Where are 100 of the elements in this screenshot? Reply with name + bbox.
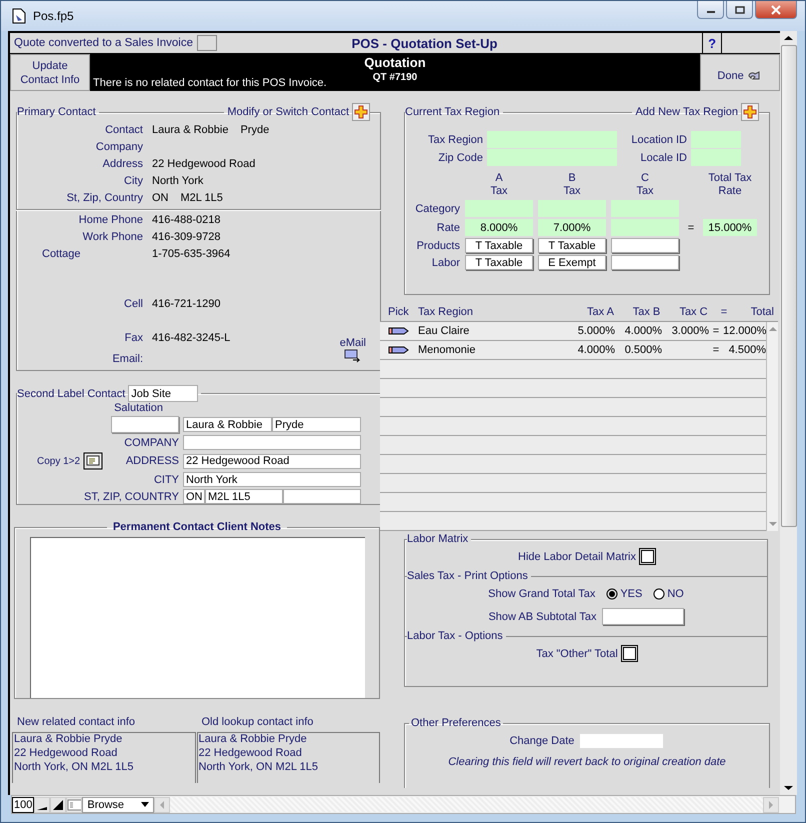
- tax-field[interactable]: 8.000%: [465, 219, 533, 236]
- text-field[interactable]: M2L 1L5: [205, 489, 283, 504]
- tax-field[interactable]: [611, 255, 679, 270]
- tax-field[interactable]: [487, 131, 617, 148]
- scroll-left-button[interactable]: [154, 796, 170, 812]
- scroll-up-icon[interactable]: [784, 35, 794, 41]
- left-arrow-icon: [159, 800, 166, 808]
- add-icon[interactable]: [352, 103, 370, 121]
- address-line: 22 Hedgewood Road: [198, 747, 303, 761]
- column-heading: Tax B: [632, 306, 662, 318]
- page-title: POS - Quotation Set-Up: [350, 36, 498, 50]
- notes-field[interactable]: [30, 537, 365, 698]
- converted-checkbox[interactable]: [197, 35, 217, 51]
- add-icon[interactable]: [741, 103, 759, 121]
- minimize-button[interactable]: [697, 1, 724, 19]
- field-label: Home Phone: [78, 214, 143, 226]
- column-heading: Total Tax Rate: [707, 172, 753, 198]
- table-cell-text: 5.000%: [576, 325, 615, 337]
- label-field[interactable]: Job Site: [128, 385, 198, 402]
- zoom-out-icon[interactable]: [34, 796, 50, 812]
- horizontal-scrollbar[interactable]: [170, 797, 763, 812]
- field-label: Address: [102, 158, 143, 170]
- field-label: Location ID: [630, 134, 687, 146]
- scrollbar[interactable]: [780, 31, 797, 795]
- tax-field[interactable]: T Taxable: [465, 238, 533, 253]
- field-label: COMPANY: [124, 436, 180, 448]
- tax-field[interactable]: T Taxable: [538, 238, 606, 253]
- total-rate-field[interactable]: 15.000%: [703, 219, 757, 236]
- tax-field[interactable]: E Exempt: [538, 255, 606, 270]
- subtotal-field[interactable]: [602, 608, 684, 625]
- column-heading: Tax A: [586, 306, 615, 318]
- date-field[interactable]: [579, 732, 664, 748]
- field-label: Email:: [111, 352, 143, 364]
- option-label: YES: [620, 588, 642, 600]
- option-label: NO: [667, 588, 684, 600]
- tax-field[interactable]: [538, 200, 606, 217]
- table-cell-text: =: [712, 344, 720, 356]
- name-field[interactable]: Pryde: [272, 417, 361, 432]
- email-icon: [344, 348, 362, 362]
- right-arrow-icon: [768, 800, 774, 808]
- scroll-right-button[interactable]: [763, 796, 779, 812]
- tax-field[interactable]: 7.000%: [538, 219, 606, 236]
- text-field[interactable]: North York: [183, 472, 361, 487]
- section-title: Labor Tax - Options: [407, 630, 506, 642]
- field-label: Locale ID: [640, 152, 687, 164]
- phone-number: 1-705-635-3964: [152, 248, 230, 260]
- name-field[interactable]: Laura & Robbie: [183, 417, 272, 432]
- field-label: Salutation: [113, 402, 164, 414]
- tax-field[interactable]: [611, 200, 679, 217]
- row-label: Category: [414, 202, 460, 214]
- scroll-down-icon[interactable]: [784, 785, 794, 791]
- tax-field[interactable]: [611, 219, 679, 236]
- table-cell-text: 0.500%: [624, 344, 662, 356]
- window-title: Pos.fp5: [33, 9, 75, 23]
- address-line: Laura & Robbie Pryde: [14, 733, 124, 747]
- update-contact-button[interactable]: Update Contact Info: [10, 54, 90, 91]
- address-line: Laura & Robbie Pryde: [198, 733, 308, 747]
- field-label: CITY: [154, 474, 180, 486]
- tax-field[interactable]: [611, 238, 679, 253]
- table-cell-text: 3.000%: [670, 325, 709, 337]
- tax-field[interactable]: [691, 131, 741, 148]
- maximize-button[interactable]: [726, 1, 753, 19]
- row-label: Rate: [436, 222, 460, 234]
- field-label: City: [123, 174, 143, 186]
- salutation-field[interactable]: [111, 416, 179, 433]
- zoom-in-icon[interactable]: [50, 796, 66, 812]
- checkbox[interactable]: [641, 550, 654, 563]
- table-cell-text: 4.000%: [624, 325, 662, 337]
- field-value: Laura & Robbie: [152, 124, 228, 136]
- tax-field[interactable]: [691, 149, 741, 166]
- equals-sign: =: [686, 222, 696, 234]
- radio-button[interactable]: [653, 588, 666, 600]
- option-label: Show Grand Total Tax: [488, 588, 596, 600]
- field-label: Cell: [123, 298, 143, 310]
- hint-text: Clearing this field will revert back to original creation date: [447, 756, 727, 768]
- text-field[interactable]: ON: [183, 489, 205, 504]
- text-field[interactable]: [283, 489, 361, 504]
- email-link[interactable]: eMail: [340, 336, 366, 362]
- tax-field[interactable]: [487, 149, 617, 166]
- field-label: Company: [94, 140, 143, 152]
- copy-button[interactable]: Copy 1>2: [37, 452, 104, 470]
- section-title: Labor Matrix: [407, 533, 472, 545]
- text-field[interactable]: 22 Hedgewood Road: [183, 454, 361, 468]
- phone-number: 416-309-9728: [152, 230, 221, 242]
- table-cell: 12.000%: [723, 325, 766, 337]
- checkbox[interactable]: [622, 647, 636, 660]
- column-heading: Total: [750, 306, 774, 318]
- done-button[interactable]: Done: [700, 54, 780, 91]
- table-cell-text: 4.000%: [576, 344, 615, 356]
- table-cell-text: Eau Claire: [418, 325, 470, 337]
- tax-field[interactable]: T Taxable: [465, 255, 533, 270]
- help-button[interactable]: ?: [702, 33, 722, 53]
- close-button[interactable]: [755, 1, 797, 19]
- zoom-level: 100: [12, 796, 34, 812]
- field-value: Pryde: [240, 124, 270, 136]
- address-line: 22 Hedgewood Road: [14, 747, 118, 761]
- field-label: Cottage: [41, 248, 82, 260]
- text-field[interactable]: [183, 435, 361, 450]
- radio-button[interactable]: [606, 588, 618, 600]
- tax-field[interactable]: [465, 200, 533, 217]
